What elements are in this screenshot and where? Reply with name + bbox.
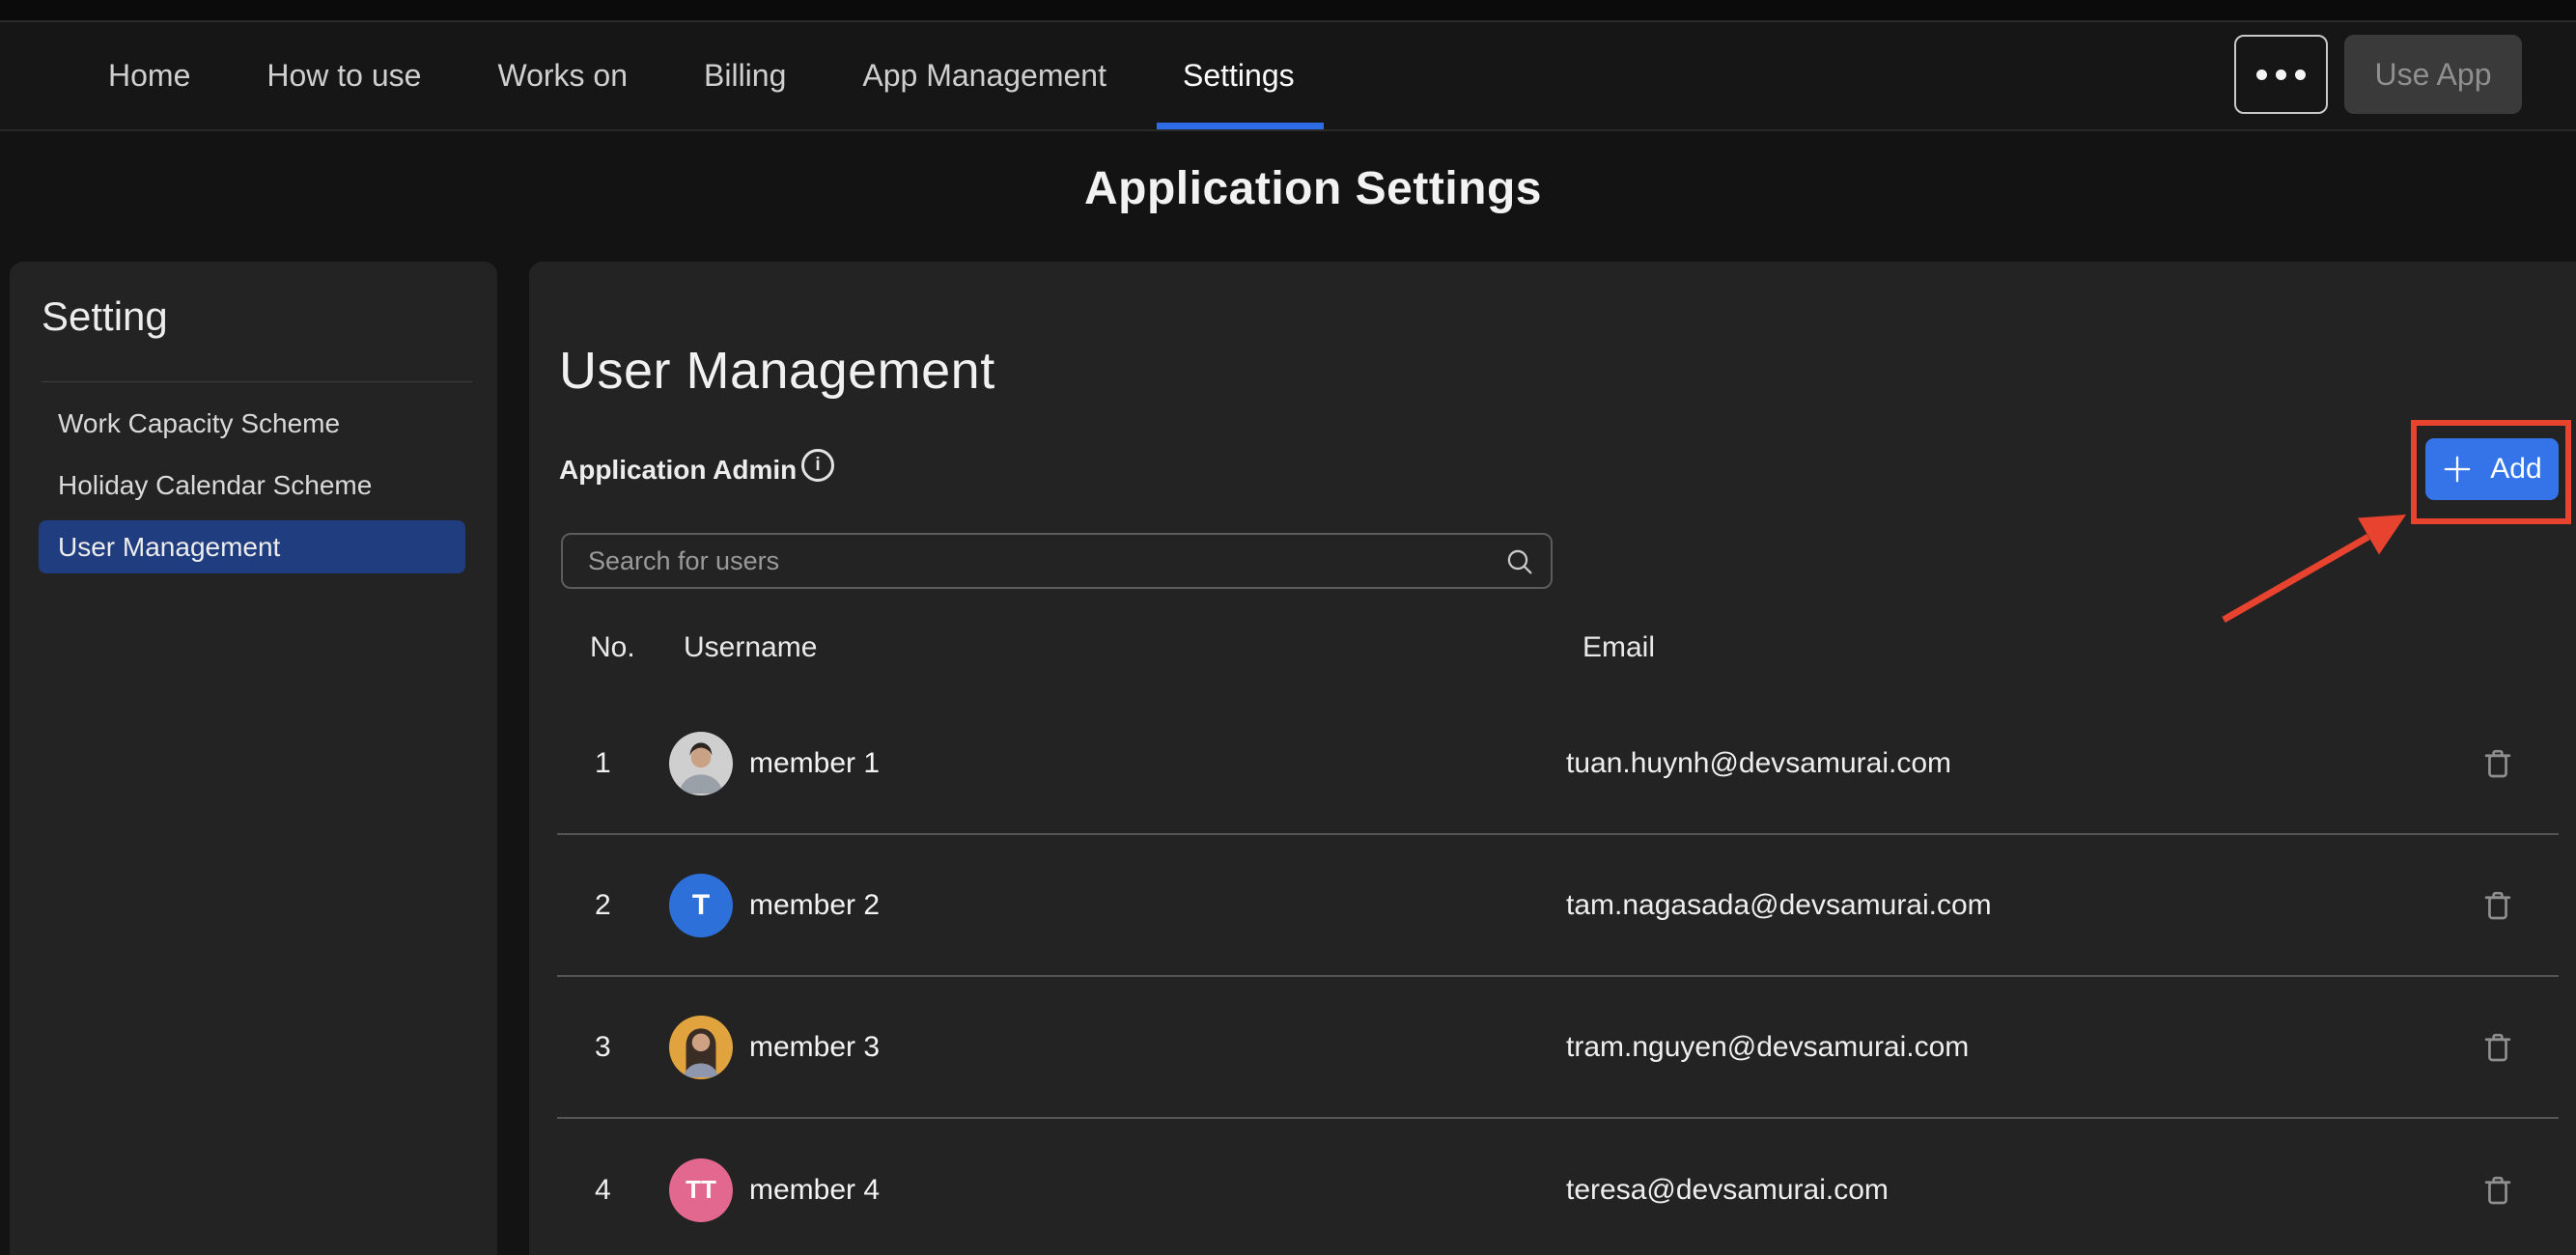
nav-item-label: Home [108, 58, 190, 94]
email: tam.nagasada@devsamurai.com [1566, 889, 1992, 922]
sidebar-item-user-management[interactable]: User Management [39, 520, 465, 573]
email: tram.nguyen@devsamurai.com [1566, 1031, 1969, 1064]
active-tab-underline [1157, 123, 1324, 129]
username: member 2 [749, 889, 880, 922]
arrow-shaft [2224, 537, 2368, 620]
add-button-label: Add [2490, 453, 2541, 486]
delete-user-button[interactable] [2475, 740, 2521, 787]
table-row: 4 TT member 4 teresa@devsamurai.com [557, 1119, 2559, 1255]
username: member 4 [749, 1174, 880, 1207]
sidebar-divider [42, 381, 472, 382]
sidebar-item-work-capacity-scheme[interactable]: Work Capacity Scheme [39, 397, 465, 450]
info-glyph: i [815, 455, 820, 476]
trash-icon [2479, 1029, 2516, 1066]
email: teresa@devsamurai.com [1566, 1174, 1889, 1207]
nav-item-settings[interactable]: Settings [1183, 22, 1295, 129]
page-title: Application Settings [25, 162, 2576, 215]
nav-item-label: App Management [862, 58, 1106, 94]
settings-sidebar: Setting Work Capacity Scheme Holiday Cale… [10, 262, 497, 1255]
nav-item-label: Settings [1183, 58, 1295, 94]
plus-icon [2442, 454, 2473, 485]
header-email: Email [1582, 631, 1655, 664]
user-table: 1 member 1 tuan.huynh@devsamurai.com 2 T… [557, 693, 2559, 1255]
section-title: User Management [559, 341, 995, 401]
row-number: 4 [595, 1174, 611, 1207]
row-number: 2 [595, 889, 611, 922]
username: member 3 [749, 1031, 880, 1064]
sidebar-item-holiday-calendar-scheme[interactable]: Holiday Calendar Scheme [39, 459, 465, 512]
trash-icon [2479, 1172, 2516, 1209]
delete-user-button[interactable] [2475, 1024, 2521, 1071]
header-username: Username [684, 631, 817, 664]
window-top-strip [0, 0, 2576, 20]
info-icon[interactable]: i [801, 449, 834, 482]
email: tuan.huynh@devsamurai.com [1566, 747, 1951, 780]
nav-item-label: How to use [266, 58, 421, 94]
application-admin-label: Application Admin [559, 455, 797, 486]
top-navigation: Home How to use Works on Billing App Managem… [0, 20, 2576, 131]
table-row: 2 T member 2 tam.nagasada@devsamurai.com [557, 835, 2559, 977]
nav-item-how-to-use[interactable]: How to use [266, 22, 421, 129]
avatar-initials: T [669, 874, 733, 937]
table-header: No. Username Email [557, 627, 2559, 669]
header-no: No. [590, 631, 635, 664]
arrow-head [2358, 515, 2406, 555]
use-app-button[interactable]: Use App [2344, 35, 2522, 114]
avatar-initials: TT [669, 1158, 733, 1222]
screen: Home How to use Works on Billing App Managem… [0, 0, 2576, 1255]
more-options-button[interactable] [2234, 35, 2328, 114]
nav-item-label: Works on [497, 58, 628, 94]
user-management-panel: User Management Application Admin i Add [529, 262, 2576, 1255]
ellipsis-dot [2276, 70, 2286, 80]
search-input[interactable] [563, 535, 1551, 587]
nav-items: Home How to use Works on Billing App Managem… [108, 22, 1295, 129]
nav-item-home[interactable]: Home [108, 22, 190, 129]
avatar-photo [669, 732, 733, 795]
avatar-photo [669, 1016, 733, 1079]
trash-icon [2479, 745, 2516, 782]
nav-item-label: Billing [704, 58, 786, 94]
username: member 1 [749, 747, 880, 780]
delete-user-button[interactable] [2475, 1167, 2521, 1213]
avatar-initials-text: TT [686, 1175, 716, 1205]
trash-icon [2479, 887, 2516, 924]
row-number: 1 [595, 747, 611, 780]
row-number: 3 [595, 1031, 611, 1064]
delete-user-button[interactable] [2475, 882, 2521, 929]
nav-item-app-management[interactable]: App Management [862, 22, 1106, 129]
search-icon [1504, 546, 1535, 577]
table-row: 3 member 3 tram.nguyen@devsamurai.com [557, 977, 2559, 1119]
nav-item-billing[interactable]: Billing [704, 22, 786, 129]
nav-item-works-on[interactable]: Works on [497, 22, 628, 129]
add-button[interactable]: Add [2425, 438, 2559, 500]
sidebar-items: Work Capacity Scheme Holiday Calendar Sch… [39, 397, 465, 573]
ellipsis-dot [2256, 70, 2267, 80]
table-row: 1 member 1 tuan.huynh@devsamurai.com [557, 693, 2559, 835]
search-box [561, 533, 1553, 589]
ellipsis-dot [2295, 70, 2306, 80]
sidebar-heading: Setting [42, 293, 168, 340]
avatar-initials-text: T [692, 889, 710, 922]
annotation-arrow [2209, 508, 2417, 628]
